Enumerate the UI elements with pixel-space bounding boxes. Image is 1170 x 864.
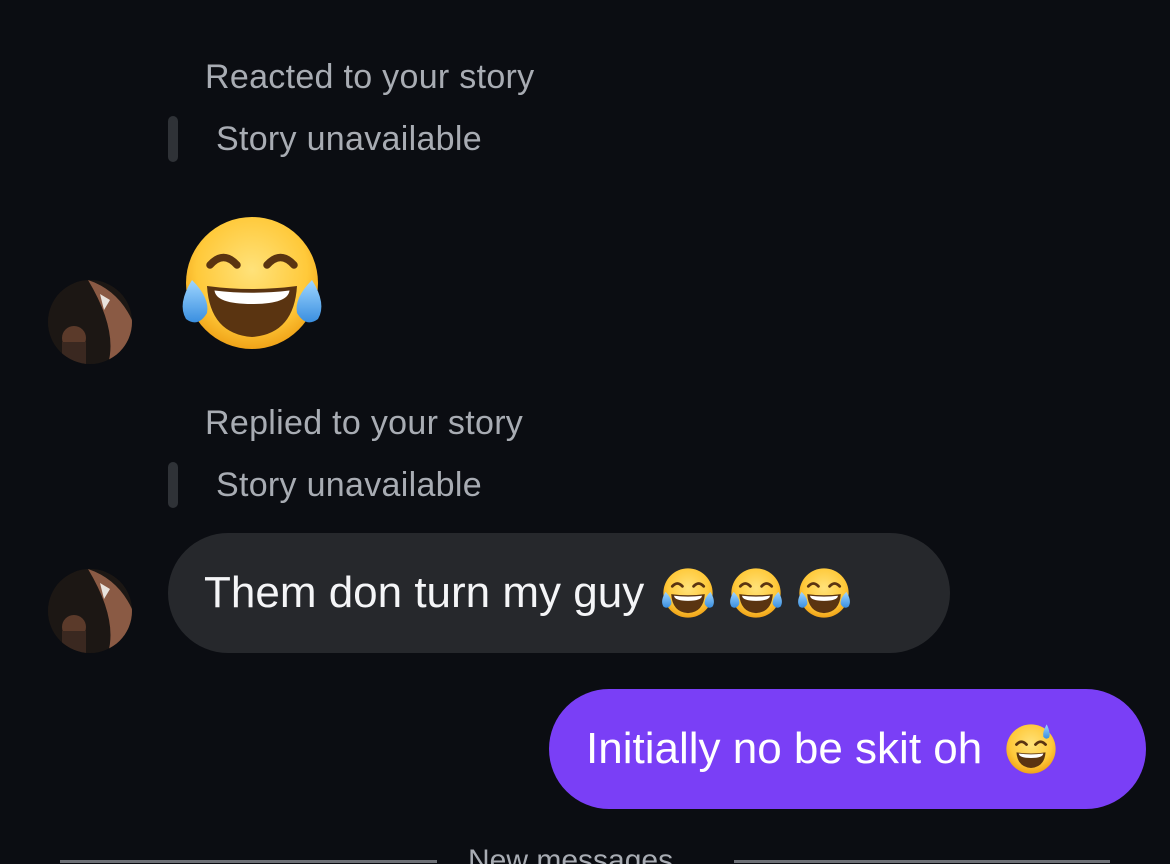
- story-reference-bar: [168, 116, 178, 162]
- joy-emoji-icon: [658, 565, 718, 621]
- story-reference[interactable]: Story unavailable: [168, 116, 482, 162]
- divider-line-right: [734, 860, 1110, 863]
- sender-avatar[interactable]: [48, 280, 132, 364]
- new-messages-label: New messages: [468, 844, 674, 864]
- message-emojis: [658, 565, 854, 621]
- joy-emoji-icon: [726, 565, 786, 621]
- incoming-message-bubble[interactable]: Them don turn my guy: [168, 533, 950, 653]
- sweat-smile-emoji-icon: [1002, 721, 1060, 777]
- incoming-message-text: Them don turn my guy: [204, 568, 645, 617]
- chat-thread: Reacted to your story Story unavailable …: [0, 0, 1170, 864]
- sender-avatar[interactable]: [48, 569, 132, 653]
- outgoing-message-bubble[interactable]: Initially no be skit oh: [549, 689, 1146, 809]
- joy-emoji-icon: [794, 565, 854, 621]
- reaction-emoji-joy-icon: [172, 208, 332, 358]
- avatar-photo: [48, 569, 132, 653]
- divider-line-left: [60, 860, 437, 863]
- outgoing-message-text: Initially no be skit oh: [586, 724, 983, 773]
- story-reference-bar: [168, 462, 178, 508]
- reacted-to-story-label: Reacted to your story: [205, 58, 535, 96]
- story-unavailable-text: Story unavailable: [216, 119, 482, 158]
- new-messages-divider: New messages: [0, 830, 1170, 864]
- replied-to-story-label: Replied to your story: [205, 404, 524, 442]
- story-unavailable-text: Story unavailable: [216, 465, 482, 504]
- story-reference[interactable]: Story unavailable: [168, 462, 482, 508]
- avatar-photo: [48, 280, 132, 364]
